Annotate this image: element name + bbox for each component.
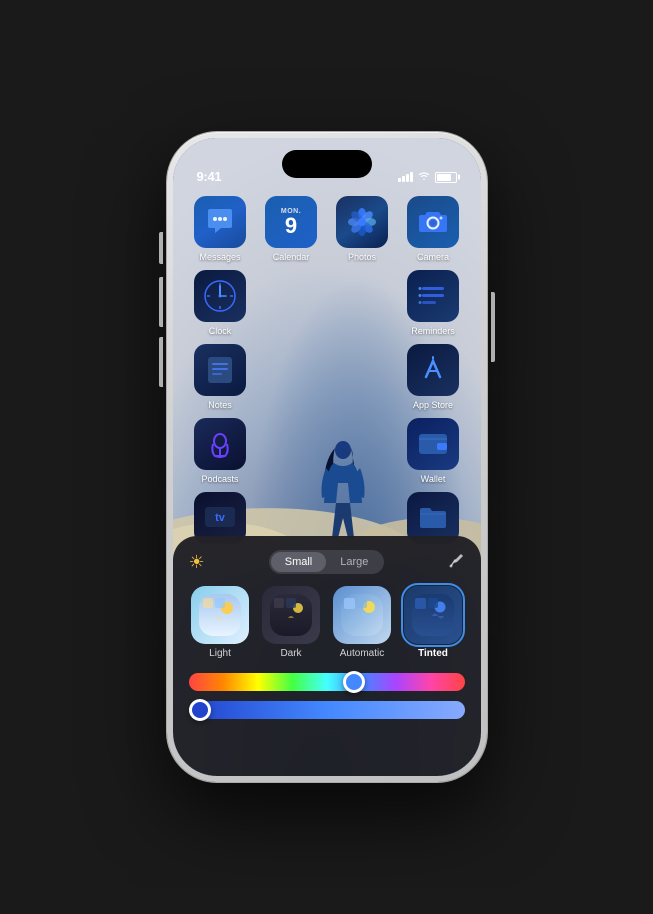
clock-icon bbox=[194, 270, 246, 322]
volume-up-button[interactable] bbox=[159, 277, 163, 327]
small-size-button[interactable]: Small bbox=[271, 552, 327, 572]
large-size-button[interactable]: Large bbox=[326, 552, 382, 572]
volume-down-button[interactable] bbox=[159, 337, 163, 387]
appstore-icon bbox=[407, 344, 459, 396]
messages-icon bbox=[194, 196, 246, 248]
clock-label: Clock bbox=[209, 326, 232, 336]
phone-screen: 9:41 bbox=[173, 138, 481, 776]
calendar-label: Calendar bbox=[273, 252, 310, 262]
theme-tinted[interactable]: Tinted bbox=[402, 586, 465, 659]
phone-frame: 9:41 bbox=[167, 132, 487, 782]
dynamic-island bbox=[282, 150, 372, 178]
app-camera[interactable]: Camera bbox=[402, 196, 465, 262]
podcasts-label: Podcasts bbox=[201, 474, 238, 484]
saturation-thumb[interactable] bbox=[189, 699, 211, 721]
app-calendar[interactable]: MON. 9 Calendar bbox=[260, 196, 323, 262]
wallet-icon bbox=[407, 418, 459, 470]
notes-icon bbox=[194, 344, 246, 396]
hue-slider-wrap bbox=[189, 673, 465, 719]
hue-slider[interactable] bbox=[189, 673, 465, 691]
app-appstore[interactable]: App Store bbox=[402, 344, 465, 410]
camera-label: Camera bbox=[417, 252, 449, 262]
battery-icon bbox=[435, 172, 457, 183]
calendar-icon: MON. 9 bbox=[265, 196, 317, 248]
photos-icon bbox=[336, 196, 388, 248]
power-button[interactable] bbox=[491, 292, 495, 362]
notes-label: Notes bbox=[208, 400, 232, 410]
wallet-label: Wallet bbox=[421, 474, 446, 484]
brightness-icon[interactable]: ☀ bbox=[189, 552, 205, 573]
svg-text:tv: tv bbox=[215, 512, 226, 524]
app-podcasts[interactable]: Podcasts bbox=[189, 418, 252, 484]
panel-top-row: ☀ Small Large bbox=[189, 550, 465, 574]
photos-label: Photos bbox=[348, 252, 376, 262]
app-reminders[interactable]: Reminders bbox=[402, 270, 465, 336]
mute-button[interactable] bbox=[159, 232, 163, 264]
customization-panel: ☀ Small Large bbox=[173, 536, 481, 776]
size-toggle: Small Large bbox=[269, 550, 385, 574]
eyedropper-icon[interactable] bbox=[448, 553, 464, 572]
theme-light-label: Light bbox=[209, 648, 231, 659]
messages-label: Messages bbox=[199, 252, 240, 262]
signal-icon bbox=[398, 172, 413, 182]
hue-thumb[interactable] bbox=[343, 671, 365, 693]
wifi-icon bbox=[417, 170, 431, 184]
app-wallet[interactable]: Wallet bbox=[402, 418, 465, 484]
camera-icon bbox=[407, 196, 459, 248]
theme-automatic-label: Automatic bbox=[340, 648, 384, 659]
status-time: 9:41 bbox=[197, 169, 222, 184]
theme-tinted-label: Tinted bbox=[418, 648, 448, 659]
reminders-label: Reminders bbox=[411, 326, 455, 336]
theme-tinted-preview bbox=[404, 586, 462, 644]
theme-dark-preview bbox=[262, 586, 320, 644]
theme-options: Light bbox=[189, 586, 465, 659]
status-icons bbox=[398, 170, 457, 184]
theme-automatic[interactable]: Automatic bbox=[331, 586, 394, 659]
appstore-label: App Store bbox=[413, 400, 453, 410]
home-screen: 9:41 bbox=[173, 138, 481, 776]
podcasts-icon bbox=[194, 418, 246, 470]
app-notes[interactable]: Notes bbox=[189, 344, 252, 410]
theme-dark[interactable]: Dark bbox=[260, 586, 323, 659]
app-messages[interactable]: Messages bbox=[189, 196, 252, 262]
theme-light-preview bbox=[191, 586, 249, 644]
saturation-slider[interactable] bbox=[189, 701, 465, 719]
app-grid: Messages MON. 9 Calendar bbox=[189, 196, 465, 558]
app-clock[interactable]: Clock bbox=[189, 270, 252, 336]
theme-dark-label: Dark bbox=[280, 648, 301, 659]
theme-automatic-preview bbox=[333, 586, 391, 644]
theme-light[interactable]: Light bbox=[189, 586, 252, 659]
reminders-icon bbox=[407, 270, 459, 322]
app-photos[interactable]: Photos bbox=[331, 196, 394, 262]
